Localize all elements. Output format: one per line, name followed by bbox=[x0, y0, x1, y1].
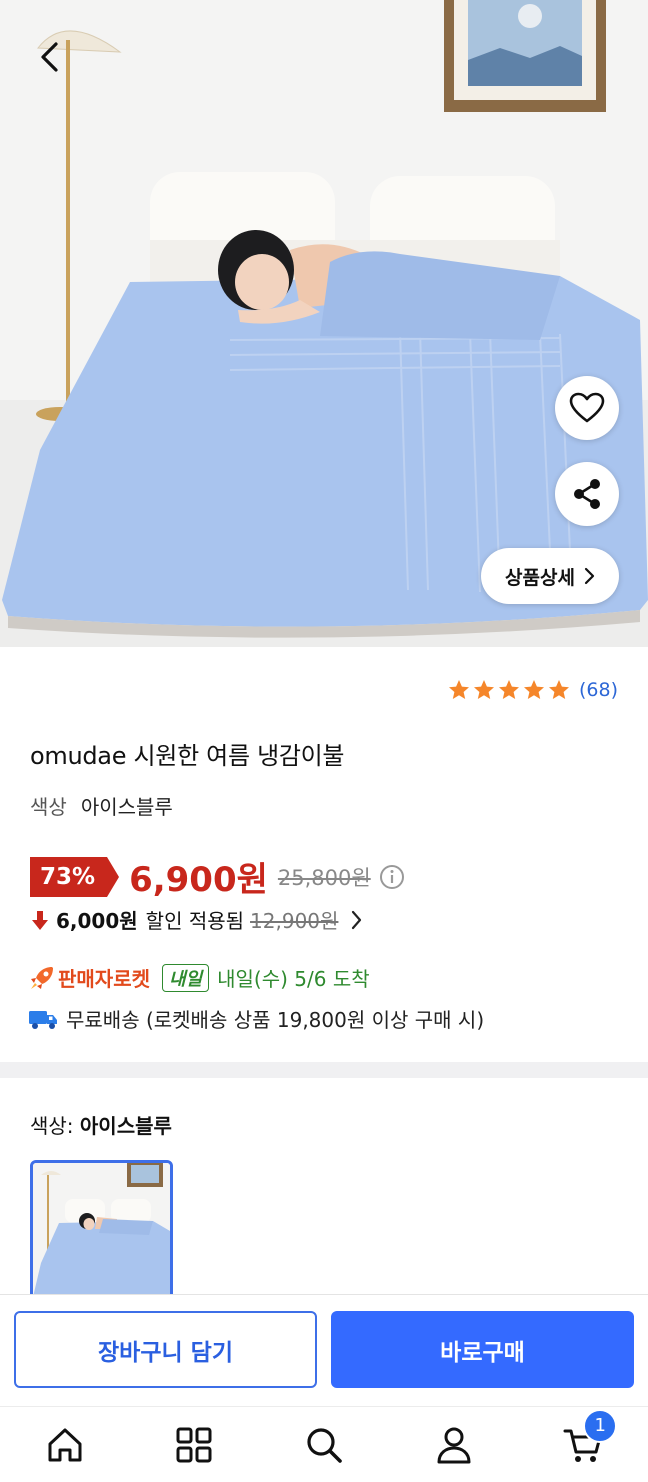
option-label: 색상: bbox=[30, 1114, 74, 1138]
nav-category[interactable] bbox=[164, 1415, 224, 1475]
shipping-info: 무료배송 (로켓배송 상품 19,800원 이상 구매 시) bbox=[66, 1008, 485, 1032]
info-circle-icon bbox=[379, 864, 404, 889]
star-icon bbox=[498, 680, 519, 699]
product-detail-label: 상품상세 bbox=[505, 566, 575, 589]
arrival-date: 내일(수) 5/6 도착 bbox=[217, 967, 370, 991]
info-icon[interactable] bbox=[379, 864, 405, 890]
bottom-navigation: 1 bbox=[0, 1406, 648, 1482]
coupon-price: 6,000원 bbox=[56, 909, 138, 933]
product-image[interactable]: 상품상세 bbox=[0, 0, 648, 647]
category-icon bbox=[176, 1427, 212, 1462]
rocket-delivery-label: 판매자로켓 bbox=[58, 967, 150, 991]
wishlist-button[interactable] bbox=[555, 376, 619, 440]
rating[interactable]: (68) bbox=[447, 678, 618, 702]
color-label: 색상 bbox=[30, 795, 67, 819]
chevron-right-icon bbox=[350, 910, 362, 930]
star-icon bbox=[473, 680, 494, 699]
add-to-cart-button[interactable]: 장바구니 담기 bbox=[14, 1311, 317, 1388]
review-count[interactable]: (68) bbox=[579, 679, 618, 701]
share-button[interactable] bbox=[555, 462, 619, 526]
nav-home[interactable] bbox=[35, 1415, 95, 1475]
shipping-row: 무료배송 (로켓배송 상품 19,800원 이상 구매 시) bbox=[28, 1004, 484, 1033]
thumbnail-image bbox=[33, 1163, 170, 1297]
section-divider bbox=[0, 1062, 648, 1078]
star-icon bbox=[548, 680, 569, 699]
coupon-original-price: 12,900원 bbox=[250, 909, 339, 933]
back-button[interactable] bbox=[16, 22, 86, 92]
coupon-row[interactable]: 6,000원 할인 적용됨 12,900원 bbox=[30, 905, 362, 934]
star-rating bbox=[447, 678, 571, 702]
heart-icon bbox=[569, 392, 605, 423]
share-icon bbox=[574, 479, 600, 509]
original-price: 25,800원 bbox=[277, 865, 371, 890]
purchase-action-bar: 장바구니 담기 바로구매 bbox=[0, 1294, 648, 1406]
option-title: 색상: 아이스블루 bbox=[30, 1110, 172, 1139]
delivery-row: 판매자로켓 내일 내일(수) 5/6 도착 bbox=[28, 963, 370, 992]
color-option-thumbnail[interactable] bbox=[30, 1160, 173, 1300]
star-icon bbox=[523, 680, 544, 699]
user-icon bbox=[437, 1427, 471, 1463]
rocket-icon bbox=[31, 966, 53, 989]
color-summary: 색상 아이스블루 bbox=[30, 791, 173, 820]
discount-badge: 73% bbox=[30, 856, 120, 897]
nav-my-page[interactable] bbox=[424, 1415, 484, 1475]
tomorrow-badge: 내일 bbox=[162, 963, 210, 992]
home-icon bbox=[48, 1428, 82, 1461]
arrow-down-icon bbox=[30, 909, 50, 931]
price-row: 73% 6,900원 25,800원 bbox=[30, 852, 405, 901]
product-title: omudae 시원한 여름 냉감이불 bbox=[30, 742, 345, 770]
chevron-left-icon bbox=[41, 42, 58, 72]
search-icon bbox=[307, 1427, 342, 1463]
truck-icon bbox=[29, 1010, 57, 1029]
cart-count-badge: 1 bbox=[583, 1408, 618, 1443]
nav-search[interactable] bbox=[294, 1415, 354, 1475]
nav-cart[interactable]: 1 bbox=[553, 1408, 618, 1475]
buy-now-button[interactable]: 바로구매 bbox=[331, 1311, 634, 1388]
color-value: 아이스블루 bbox=[80, 795, 173, 819]
option-selected-value: 아이스블루 bbox=[79, 1114, 172, 1138]
star-icon bbox=[448, 680, 469, 699]
chevron-right-icon bbox=[584, 567, 595, 585]
product-detail-button[interactable]: 상품상세 bbox=[481, 548, 619, 604]
coupon-text: 할인 적용됨 bbox=[145, 909, 245, 933]
sale-price: 6,900원 bbox=[129, 860, 268, 900]
